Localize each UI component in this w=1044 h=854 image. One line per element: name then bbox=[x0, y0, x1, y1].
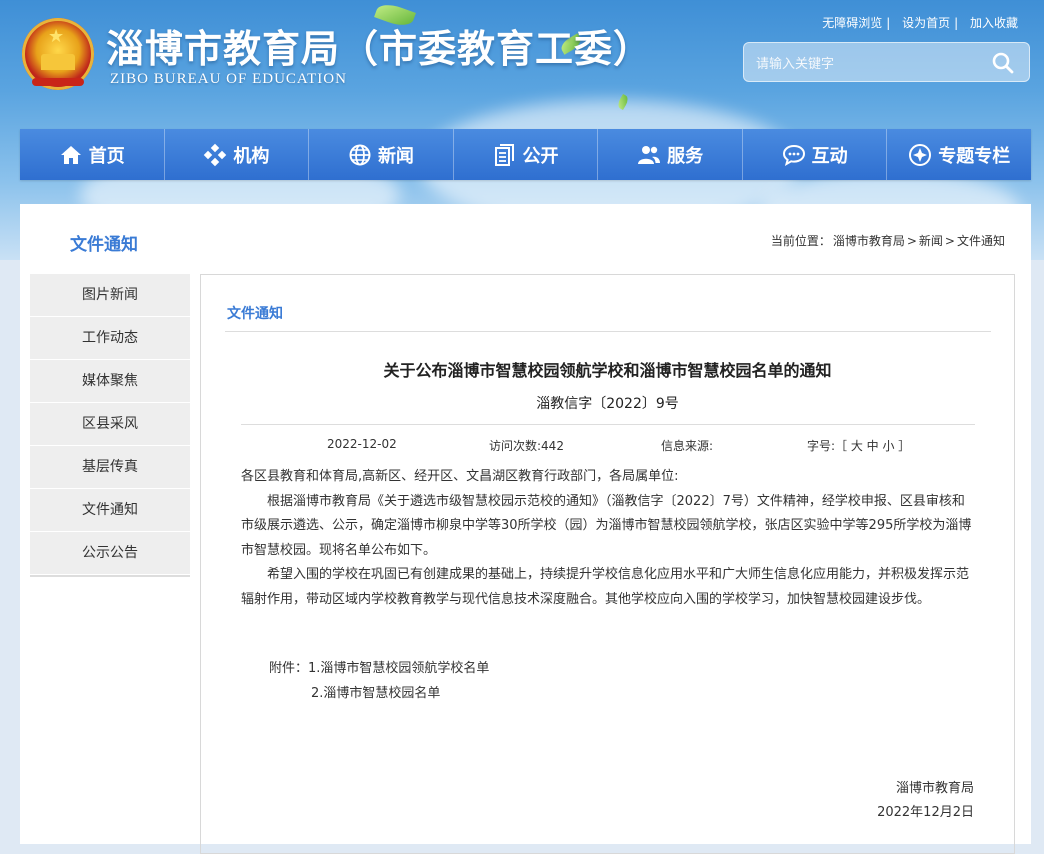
nav-item-service[interactable]: 服务 bbox=[598, 129, 743, 180]
accessibility-link[interactable]: 无障碍浏览 bbox=[822, 16, 882, 30]
add-favorite-link[interactable]: 加入收藏 bbox=[970, 16, 1018, 30]
divider bbox=[225, 331, 991, 332]
home-icon bbox=[60, 145, 81, 164]
breadcrumb-home-link[interactable]: 淄博市教育局 bbox=[833, 234, 905, 248]
document-icon bbox=[494, 143, 514, 166]
section-title: 文件通知 bbox=[70, 235, 138, 255]
sidebar-item-file-notices[interactable]: 文件通知 bbox=[30, 489, 190, 532]
sidebar-item-picture-news[interactable]: 图片新闻 bbox=[30, 274, 190, 317]
nav-item-label: 服务 bbox=[667, 145, 704, 167]
nav-item-label: 互动 bbox=[811, 145, 848, 167]
nav-item-organization[interactable]: 机构 bbox=[165, 129, 310, 180]
signature-date: 2022年12月2日 bbox=[877, 805, 974, 820]
org-icon bbox=[204, 143, 227, 166]
body-paragraph: 根据淄博市教育局《关于遴选市级智慧校园示范校的通知》（淄教信字〔2022〕7号）… bbox=[241, 493, 972, 558]
nav-item-label: 新闻 bbox=[377, 145, 414, 167]
article-meta: 2022-12-02 访问次数:442 信息来源: 字号:［ 大 中 小 ］ bbox=[241, 424, 975, 457]
article-category: 文件通知 bbox=[227, 306, 283, 322]
nav-item-label: 首页 bbox=[88, 145, 125, 167]
breadcrumb-news-link[interactable]: 新闻 bbox=[919, 234, 943, 248]
star-icon: ★ bbox=[48, 26, 65, 47]
content-panel: 文件通知 当前位置： 淄博市教育局 > 新闻 > 文件通知 图片新闻 工作动态 媒体聚焦 … bbox=[20, 204, 1031, 854]
chat-icon bbox=[782, 144, 805, 166]
breadcrumb-separator: > bbox=[944, 234, 955, 248]
plus-circle-icon bbox=[909, 143, 932, 166]
attachments: 附件：1.淄博市智慧校园领航学校名单 2.淄博市智慧校园名单 bbox=[269, 657, 489, 706]
attachment-link[interactable]: 2.淄博市智慧校园名单 bbox=[269, 682, 489, 707]
users-icon bbox=[638, 145, 661, 164]
signature: 淄博市教育局 2022年12月2日 bbox=[877, 777, 974, 825]
sidebar-item-county-news[interactable]: 区县采风 bbox=[30, 403, 190, 446]
globe-icon bbox=[349, 144, 371, 165]
nav-item-special-topics[interactable]: 专题专栏 bbox=[887, 129, 1031, 180]
ribbon-shape bbox=[32, 78, 84, 86]
site-title: 淄博市教育局（市委教育工委） bbox=[106, 27, 653, 71]
gate-shape bbox=[41, 54, 75, 70]
article-body: 各区县教育和体育局,高新区、经开区、文昌湖区教育行政部门，各局属单位: 根据淄博… bbox=[241, 465, 975, 612]
separator: | bbox=[954, 16, 959, 30]
breadcrumb-separator: > bbox=[906, 234, 917, 248]
sidebar-item-announcements[interactable]: 公示公告 bbox=[30, 532, 190, 575]
sidebar-menu: 图片新闻 工作动态 媒体聚焦 区县采风 基层传真 文件通知 公示公告 bbox=[30, 274, 190, 577]
sidebar-item-media-focus[interactable]: 媒体聚焦 bbox=[30, 360, 190, 403]
salutation: 各区县教育和体育局,高新区、经开区、文昌湖区教育行政部门，各局属单位: bbox=[241, 469, 679, 484]
font-size-switcher[interactable]: 字号:［ 大 中 小 ］ bbox=[807, 437, 910, 454]
national-emblem-logo: ★ bbox=[22, 18, 94, 90]
breadcrumb-prefix: 当前位置： bbox=[770, 234, 831, 248]
main-nav: 首页 机构 新闻 公开 服务 互动 专题专栏 bbox=[20, 129, 1031, 180]
attachment-link[interactable]: 附件：1.淄博市智慧校园领航学校名单 bbox=[269, 657, 489, 682]
search-input[interactable] bbox=[754, 52, 978, 76]
search-box bbox=[743, 42, 1030, 82]
article-container: 文件通知 关于公布淄博市智慧校园领航学校和淄博市智慧校园名单的通知 淄教信字〔2… bbox=[200, 274, 1015, 854]
nav-item-interaction[interactable]: 互动 bbox=[743, 129, 888, 180]
nav-item-label: 公开 bbox=[522, 145, 559, 167]
set-homepage-link[interactable]: 设为首页 bbox=[902, 16, 950, 30]
article-title: 关于公布淄博市智慧校园领航学校和淄博市智慧校园名单的通知 bbox=[383, 361, 832, 380]
separator: | bbox=[886, 16, 891, 30]
nav-item-home[interactable]: 首页 bbox=[20, 129, 165, 180]
top-links: 无障碍浏览 | 设为首页 | 加入收藏 bbox=[814, 14, 1018, 31]
signature-org: 淄博市教育局 bbox=[895, 781, 974, 796]
publish-date: 2022-12-02 bbox=[327, 437, 397, 451]
nav-item-label: 专题专栏 bbox=[938, 145, 1011, 167]
visit-count: 访问次数:442 bbox=[489, 439, 564, 453]
nav-item-news[interactable]: 新闻 bbox=[309, 129, 454, 180]
sidebar-item-grassroots-news[interactable]: 基层传真 bbox=[30, 446, 190, 489]
nav-item-label: 机构 bbox=[233, 145, 270, 167]
sidebar-item-work-updates[interactable]: 工作动态 bbox=[30, 317, 190, 360]
nav-item-public[interactable]: 公开 bbox=[454, 129, 599, 180]
document-number: 淄教信字〔2022〕9号 bbox=[536, 396, 679, 412]
breadcrumb-current-link[interactable]: 文件通知 bbox=[957, 234, 1005, 248]
body-paragraph: 希望入围的学校在巩固已有创建成果的基础上，持续提升学校信息化应用水平和广大师生信… bbox=[241, 567, 970, 607]
info-source: 信息来源: bbox=[661, 439, 714, 453]
breadcrumb: 当前位置： 淄博市教育局 > 新闻 > 文件通知 bbox=[769, 232, 1005, 249]
search-icon[interactable] bbox=[991, 51, 1015, 75]
site-subtitle: ZIBO BUREAU OF EDUCATION bbox=[110, 71, 347, 87]
